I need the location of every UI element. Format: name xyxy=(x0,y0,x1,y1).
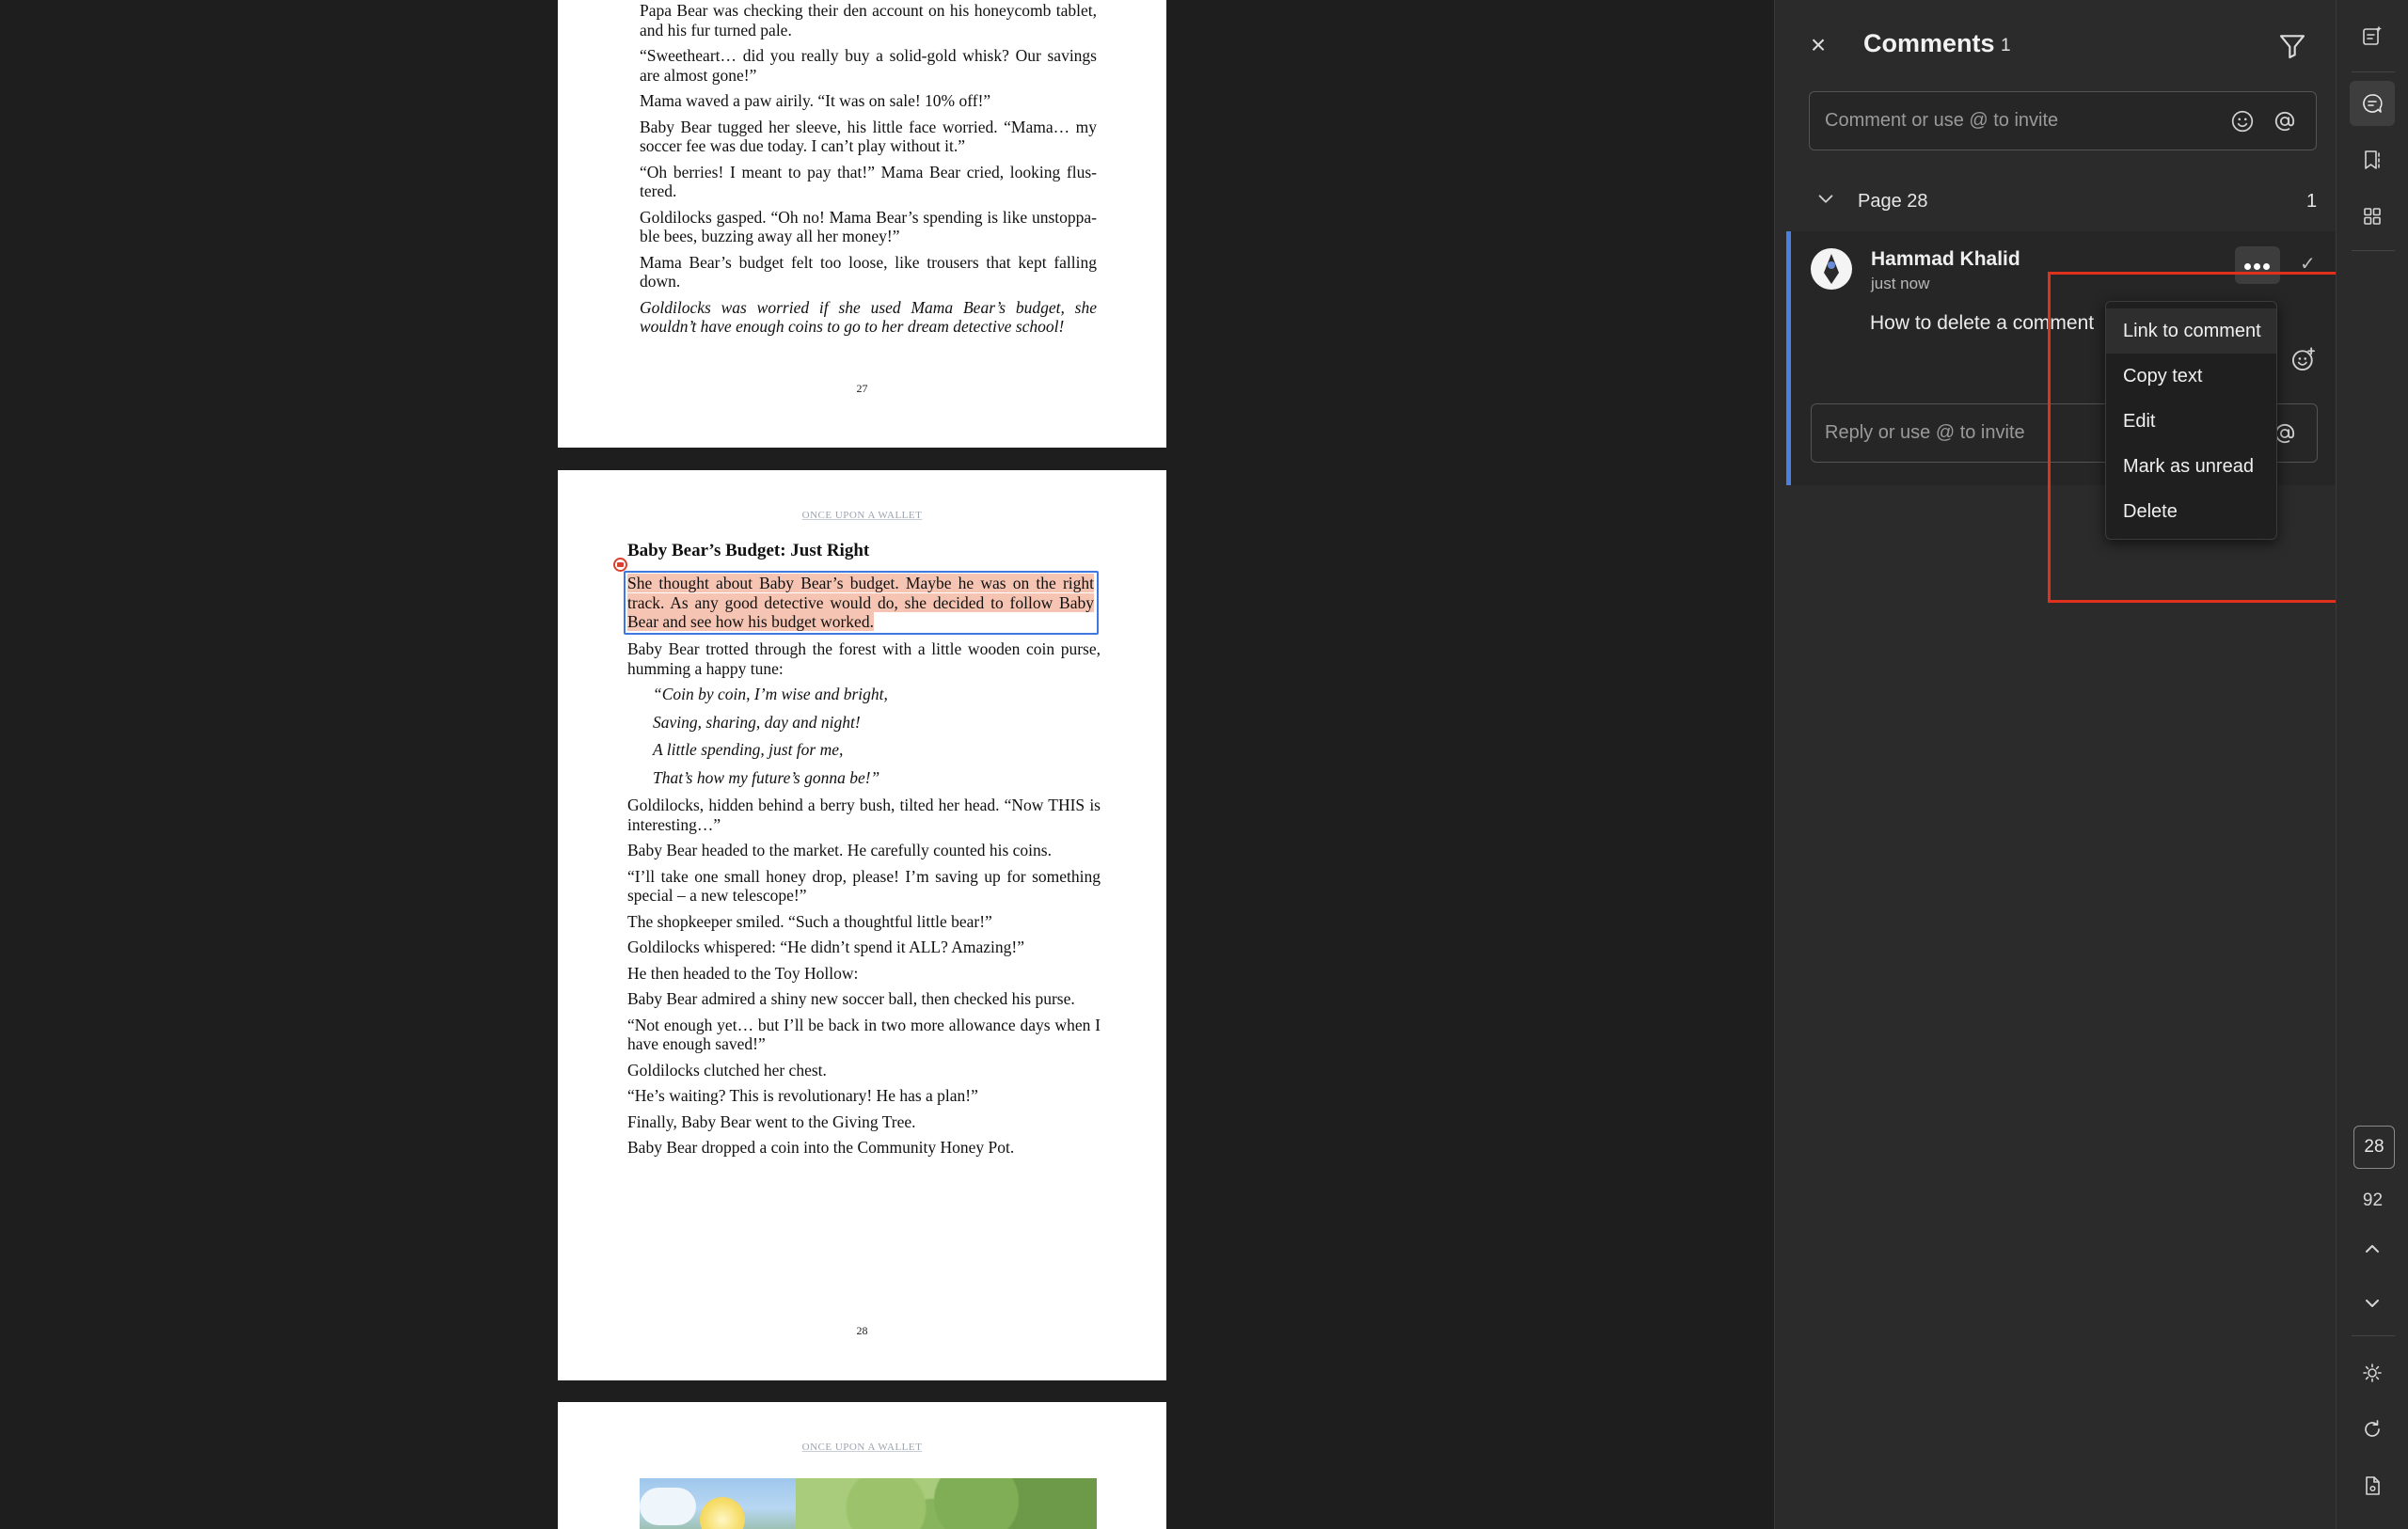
total-pages: 92 xyxy=(2362,1190,2384,1210)
highlighted-text[interactable]: She thought about Baby Bear’s budget. Ma… xyxy=(627,574,1094,632)
page-number: 28 xyxy=(856,1324,868,1337)
chevron-down-icon[interactable] xyxy=(1815,189,1836,210)
paragraph: Goldilocks, hidden behind a berry bush, … xyxy=(627,796,1101,834)
comment-author: Hammad Khalid xyxy=(1871,248,2020,270)
panel-title: Comments xyxy=(1863,29,1995,57)
poem-line: Saving, sharing, day and night! xyxy=(653,712,861,732)
paragraph: The shopkeeper smiled. “Such a thoughtfu… xyxy=(627,911,992,931)
paragraph: Baby Bear dropped a coin into the Commun… xyxy=(627,1138,1015,1157)
poem-line: That’s how my future’s gonna be!” xyxy=(653,767,880,787)
pdf-page-29: ONCE UPON A WALLET xyxy=(558,1402,1166,1529)
comment-timestamp: just now xyxy=(1871,275,1930,292)
poem: “Coin by coin, I’m wise and bright, Savi… xyxy=(627,685,1101,787)
paragraph: Papa Bear was checking their den account… xyxy=(640,1,1097,39)
current-page-input[interactable]: 28 xyxy=(2353,1126,2395,1169)
filter-icon[interactable] xyxy=(2277,31,2307,61)
paragraph: Goldilocks whispered: “He didn’t spend i… xyxy=(627,938,1025,956)
page-up-icon[interactable] xyxy=(2350,1226,2395,1271)
poem-line: A little spending, just for me, xyxy=(653,740,844,759)
paragraph: “Oh berries! I meant to pay that!” Mama … xyxy=(640,162,1097,201)
document-settings-icon[interactable] xyxy=(2350,1463,2395,1508)
comments-panel: × Comments 1 Page 28 1 Hammad Khalid jus… xyxy=(1774,0,2336,1529)
ai-assistant-icon[interactable] xyxy=(2350,13,2395,58)
comment-marker-icon[interactable] xyxy=(613,558,627,572)
page-number: 27 xyxy=(856,382,868,395)
annotation-highlight-box xyxy=(2048,272,2366,603)
page-28-body: Baby Bear trotted through the forest wit… xyxy=(627,639,1101,1164)
emoji-icon[interactable] xyxy=(2230,109,2255,134)
paragraph: Finally, Baby Bear went to the Giving Tr… xyxy=(627,1111,916,1131)
paragraph: “Sweetheart… did you really buy a solid-… xyxy=(640,46,1097,85)
page-group-label[interactable]: Page 28 xyxy=(1858,191,1928,213)
comment-input-box[interactable] xyxy=(1809,91,2317,150)
running-head: ONCE UPON A WALLET xyxy=(801,510,923,521)
comment-accent-bar xyxy=(1786,231,1791,485)
running-head: ONCE UPON A WALLET xyxy=(801,1442,923,1453)
sun-shape xyxy=(700,1497,745,1529)
paragraph: Goldilocks clutched her chest. xyxy=(627,1060,827,1080)
thumbnails-icon[interactable] xyxy=(2350,194,2395,239)
chapter-title: Baby Bear’s Budget: Just Right xyxy=(627,541,870,560)
pdf-page-28: ONCE UPON A WALLET Baby Bear’s Budget: J… xyxy=(558,470,1166,1380)
page-down-icon[interactable] xyxy=(2350,1281,2395,1326)
bookmark-icon[interactable] xyxy=(2350,137,2395,182)
page-27-body: Papa Bear was checking their den account… xyxy=(640,1,1097,343)
refresh-icon[interactable] xyxy=(2350,1407,2395,1452)
document-viewer[interactable]: Papa Bear was checking their den account… xyxy=(0,0,1774,1529)
paragraph: Baby Bear tugged her sleeve, his little … xyxy=(640,117,1097,156)
right-toolbar: 28 92 xyxy=(2336,0,2408,1529)
paragraph: “Not enough yet… but I’ll be back in two… xyxy=(627,1015,1101,1054)
paragraph: Baby Bear admired a shiny new soccer bal… xyxy=(627,989,1075,1008)
paragraph: He then headed to the Toy Hollow: xyxy=(627,963,859,983)
avatar xyxy=(1811,248,1852,290)
mention-icon[interactable] xyxy=(2273,109,2297,134)
cloud-shape xyxy=(640,1488,696,1525)
paragraph: “He’s waiting? This is revolutionary! He… xyxy=(627,1086,978,1105)
comment-input[interactable] xyxy=(1825,92,2220,150)
brightness-icon[interactable] xyxy=(2350,1350,2395,1395)
paragraph: Baby Bear trotted through the forest wit… xyxy=(627,639,1101,678)
paragraph: “I’ll take one small honey drop, please!… xyxy=(627,866,1101,906)
paragraph: Mama waved a paw airily. “It was on sale… xyxy=(640,91,991,110)
page-group-count: 1 xyxy=(2306,191,2318,212)
paragraph: Goldilocks was worried if she used Mama … xyxy=(640,297,1097,337)
paragraph: Mama Bear’s budget felt too loose, like … xyxy=(640,252,1097,292)
paragraph: Baby Bear headed to the market. He caref… xyxy=(627,841,1052,859)
close-icon[interactable]: × xyxy=(1805,32,1831,58)
comments-icon[interactable] xyxy=(2350,81,2395,126)
tree-foliage xyxy=(796,1478,1097,1529)
comment-count: 1 xyxy=(2001,36,2011,55)
paragraph: Goldilocks gasped. “Oh no! Mama Bear’s s… xyxy=(640,207,1097,246)
pdf-page-27: Papa Bear was checking their den account… xyxy=(558,0,1166,448)
page-illustration xyxy=(640,1478,1097,1529)
poem-line: “Coin by coin, I’m wise and bright, xyxy=(653,685,888,703)
